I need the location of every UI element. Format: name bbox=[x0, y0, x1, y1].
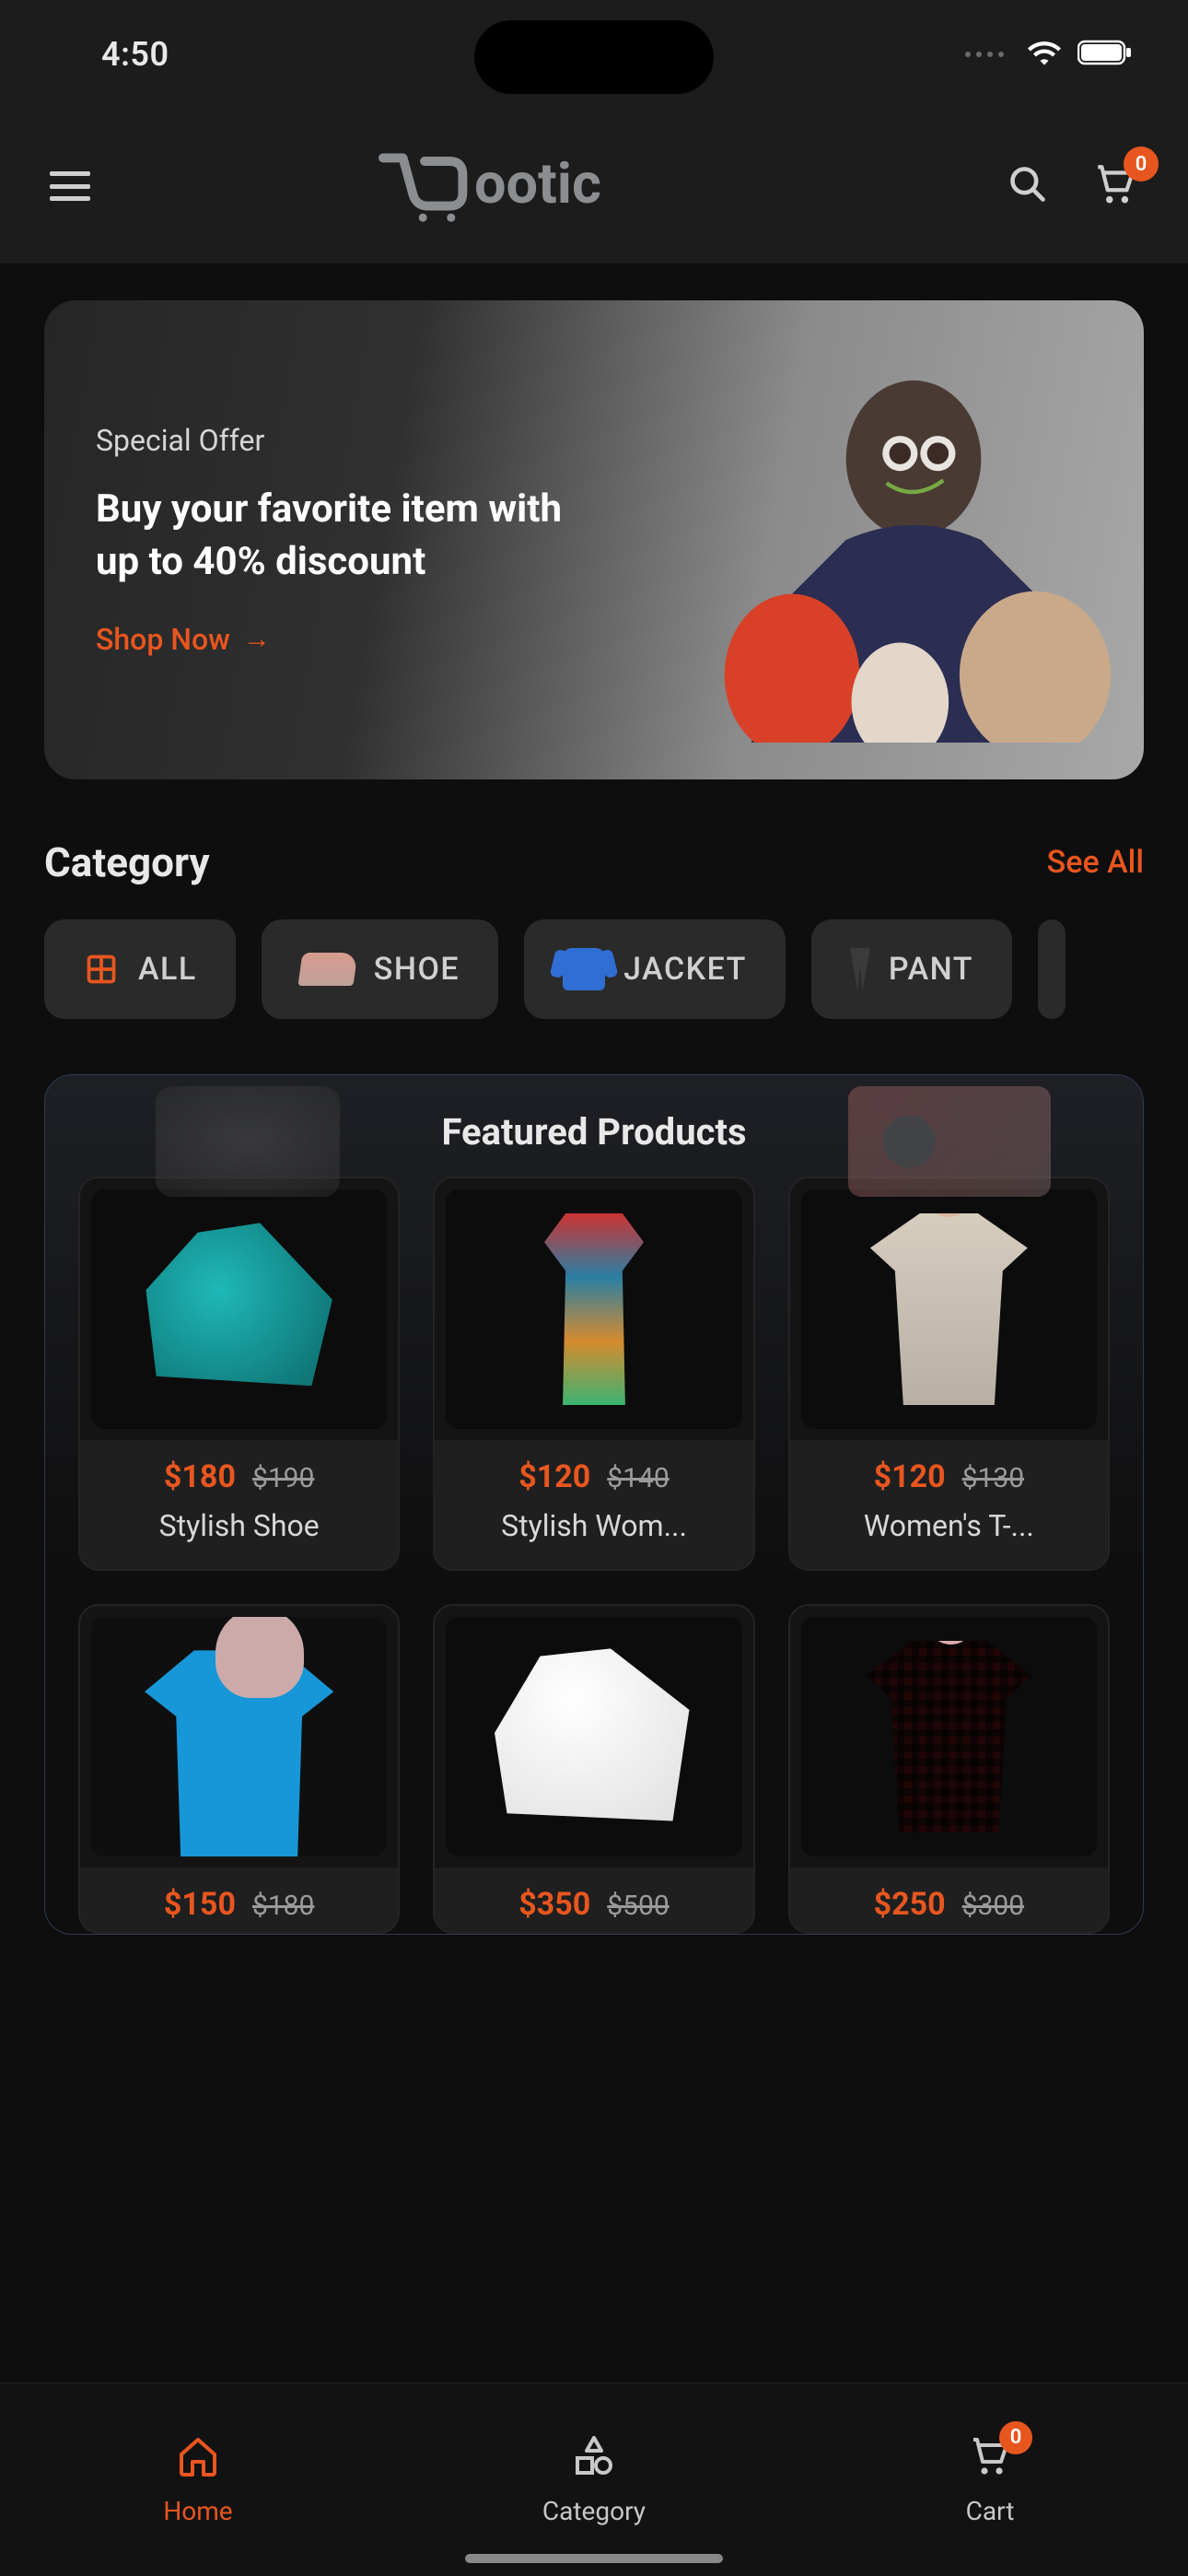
chip-label: SHOE bbox=[374, 951, 460, 988]
hero-title: Buy your favorite item with up to 40% di… bbox=[96, 484, 611, 588]
category-header: Category See All bbox=[44, 838, 1144, 886]
product-card[interactable]: $150 $180 bbox=[78, 1604, 400, 1934]
status-time: 4:50 bbox=[101, 35, 169, 74]
cart-button[interactable]: 0 bbox=[1092, 161, 1138, 211]
product-price: $180 bbox=[164, 1458, 236, 1495]
chip-label: PANT bbox=[889, 951, 973, 988]
product-price: $250 bbox=[874, 1886, 946, 1923]
category-chip-jacket[interactable]: JACKET bbox=[524, 919, 786, 1019]
product-card[interactable]: $180 $190 Stylish Shoe bbox=[78, 1177, 400, 1571]
nav-home[interactable]: Home bbox=[0, 2383, 396, 2576]
product-image bbox=[801, 1617, 1097, 1856]
bottom-nav: Home Category 0 Cart bbox=[0, 2383, 1188, 2576]
shapes-icon bbox=[572, 2434, 616, 2485]
hero-banner[interactable]: Special Offer Buy your favorite item wit… bbox=[44, 300, 1144, 779]
product-card[interactable]: $120 $130 Women's T-... bbox=[788, 1177, 1110, 1571]
nav-label: Cart bbox=[966, 2496, 1015, 2526]
product-old-price: $130 bbox=[962, 1462, 1024, 1494]
nav-label: Category bbox=[542, 2496, 646, 2526]
nav-label: Home bbox=[163, 2496, 232, 2526]
category-chips[interactable]: ALL SHOE JACKET PANT bbox=[44, 919, 1144, 1019]
product-price: $150 bbox=[164, 1886, 236, 1923]
product-name: Stylish Wom... bbox=[457, 1508, 730, 1543]
product-card[interactable]: $120 $140 Stylish Wom... bbox=[433, 1177, 754, 1571]
status-bar: 4:50 bbox=[0, 0, 1188, 109]
hero-cta-label: Shop Now bbox=[96, 622, 230, 657]
product-card[interactable]: $350 $500 bbox=[433, 1604, 754, 1934]
product-price: $120 bbox=[518, 1458, 590, 1495]
home-indicator[interactable] bbox=[465, 2554, 723, 2563]
featured-section: Featured Products $180 $190 Stylish Shoe… bbox=[44, 1074, 1144, 1935]
category-chip-all[interactable]: ALL bbox=[44, 919, 236, 1019]
cart-badge: 0 bbox=[1124, 146, 1159, 181]
category-chip-shoe[interactable]: SHOE bbox=[262, 919, 498, 1019]
chip-label: JACKET bbox=[623, 951, 747, 988]
jacket-icon bbox=[563, 948, 605, 990]
product-image bbox=[801, 1189, 1097, 1429]
product-image bbox=[446, 1189, 741, 1429]
featured-title: Featured Products bbox=[45, 1110, 1143, 1153]
app-header: ootic 0 bbox=[0, 109, 1188, 263]
pant-icon bbox=[850, 948, 870, 990]
cart-icon: 0 bbox=[968, 2434, 1012, 2485]
home-icon bbox=[176, 2434, 220, 2485]
product-price: $350 bbox=[518, 1886, 590, 1923]
hero-image bbox=[711, 337, 1116, 743]
product-old-price: $140 bbox=[607, 1462, 669, 1494]
search-button[interactable] bbox=[1007, 164, 1048, 208]
product-old-price: $190 bbox=[252, 1462, 314, 1494]
menu-button[interactable] bbox=[50, 171, 90, 201]
nav-cart-badge: 0 bbox=[999, 2421, 1032, 2454]
product-name: Stylish Shoe bbox=[102, 1508, 376, 1543]
brand-logo: ootic bbox=[118, 145, 980, 228]
status-indicators bbox=[965, 39, 1133, 70]
grid-icon bbox=[83, 951, 120, 988]
category-chip-overflow[interactable] bbox=[1038, 919, 1066, 1019]
nav-cart[interactable]: 0 Cart bbox=[792, 2383, 1188, 2576]
svg-text:ootic: ootic bbox=[474, 150, 601, 217]
product-grid: $150 $180 $350 $500 bbox=[45, 1571, 1143, 1934]
product-old-price: $500 bbox=[607, 1890, 669, 1922]
category-title: Category bbox=[44, 838, 210, 886]
device-notch bbox=[474, 20, 714, 94]
product-name: Women's T-... bbox=[812, 1508, 1086, 1543]
product-card[interactable]: $250 $300 bbox=[788, 1604, 1110, 1934]
product-image bbox=[91, 1189, 387, 1429]
battery-icon bbox=[1077, 39, 1133, 70]
chip-label: ALL bbox=[138, 951, 197, 988]
product-image bbox=[91, 1617, 387, 1856]
see-all-link[interactable]: See All bbox=[1047, 844, 1144, 881]
product-old-price: $300 bbox=[962, 1890, 1024, 1922]
nav-category[interactable]: Category bbox=[396, 2383, 792, 2576]
product-old-price: $180 bbox=[252, 1890, 314, 1922]
product-image bbox=[446, 1617, 741, 1856]
wifi-icon bbox=[1028, 40, 1061, 69]
cellular-dots-icon bbox=[965, 52, 1004, 57]
category-chip-pant[interactable]: PANT bbox=[811, 919, 1012, 1019]
arrow-right-icon: → bbox=[243, 623, 271, 655]
shoe-icon bbox=[297, 953, 357, 986]
product-grid: $180 $190 Stylish Shoe $120 $140 Stylish… bbox=[45, 1140, 1143, 1571]
product-price: $120 bbox=[874, 1458, 946, 1495]
